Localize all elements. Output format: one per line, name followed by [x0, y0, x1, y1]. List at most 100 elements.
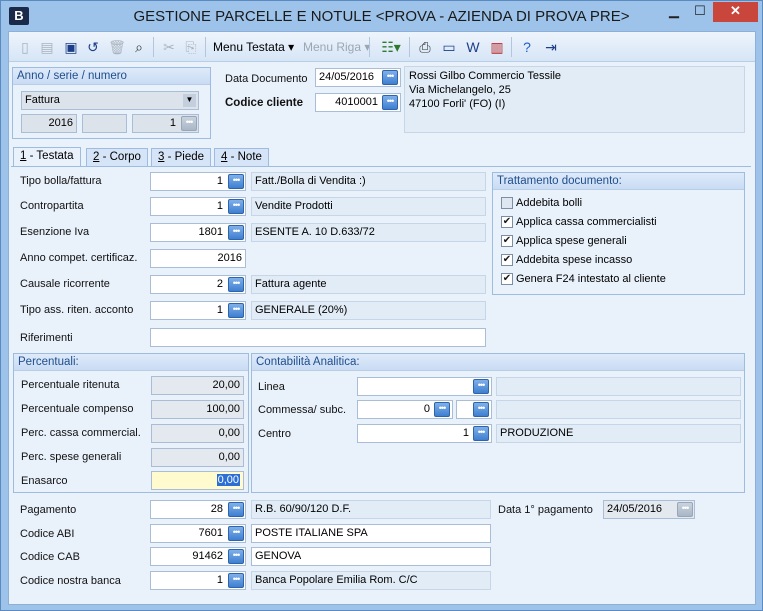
codice-cab-label: Codice CAB: [20, 551, 80, 563]
commessa-label: Commessa/ subc.: [258, 404, 347, 416]
toolbar-separator: [369, 37, 370, 57]
linea-label: Linea: [258, 381, 285, 393]
esenzione-iva-lookup-button[interactable]: •••: [228, 225, 244, 240]
linea-field[interactable]: [357, 377, 492, 396]
addebita-bolli-label: Addebita bolli: [516, 197, 583, 209]
banca-lookup-button[interactable]: •••: [228, 573, 244, 588]
contropartita-lookup-button[interactable]: •••: [228, 199, 244, 214]
close-button[interactable]: ✕: [713, 2, 758, 22]
help-icon[interactable]: ?: [517, 37, 537, 57]
address-line-2: Via Michelangelo, 25: [409, 84, 511, 96]
cliente-lookup-button[interactable]: •••: [382, 95, 398, 110]
compenso-field[interactable]: 100,00: [151, 400, 244, 419]
address-line-1: Rossi Gilbo Commercio Tessile: [409, 70, 562, 82]
new-document-icon[interactable]: ▯: [15, 37, 35, 57]
tipo-ass-lookup-button[interactable]: •••: [228, 303, 244, 318]
riferimenti-field[interactable]: [150, 328, 486, 347]
pdf-export-icon[interactable]: ▥: [487, 37, 507, 57]
spese-generali-checkbox[interactable]: ✔: [501, 235, 513, 247]
numero-lookup-button[interactable]: •••: [181, 116, 197, 131]
print-icon[interactable]: ⎙: [415, 37, 435, 57]
anno-compet-field[interactable]: 2016: [150, 249, 246, 268]
compenso-label: Percentuale compenso: [21, 403, 134, 415]
centro-field[interactable]: 1: [357, 424, 492, 443]
commessa-lookup-button[interactable]: •••: [434, 402, 450, 417]
ritenuta-field[interactable]: 20,00: [151, 376, 244, 395]
form-area: ▯ ▤ ▣ ↺ 🗑 ⌕ ✂ ⎘ Menu Testata ▾ Menu Riga…: [8, 31, 756, 605]
save-icon[interactable]: ▣: [61, 37, 81, 57]
genera-f24-label: Genera F24 intestato al cliente: [516, 273, 666, 285]
exit-icon[interactable]: ⇥: [541, 37, 561, 57]
anno-serie-numero-group: Anno / serie / numero Fattura ▼ 2016 1 •…: [12, 67, 211, 139]
contropartita-desc: Vendite Prodotti: [251, 197, 486, 216]
contabilita-analitica-group: Contabilità Analitica: Linea ••• Commess…: [251, 353, 745, 493]
data-pagamento-calendar-button[interactable]: •••: [677, 502, 693, 517]
trattamento-header: Trattamento documento:: [493, 173, 744, 190]
centro-label: Centro: [258, 428, 292, 440]
window-title: GESTIONE PARCELLE E NOTULE <PROVA - AZIE…: [133, 8, 630, 25]
word-export-icon[interactable]: W: [463, 37, 483, 57]
cliente-address-box: Rossi Gilbo Commercio Tessile Via Michel…: [404, 66, 745, 133]
causale-label: Causale ricorrente: [20, 278, 110, 290]
toolbar: ▯ ▤ ▣ ↺ 🗑 ⌕ ✂ ⎘ Menu Testata ▾ Menu Riga…: [9, 32, 755, 62]
cassa-commercialisti-checkbox[interactable]: ✔: [501, 216, 513, 228]
list-view-icon[interactable]: ☷▾: [377, 37, 405, 57]
document-type-select[interactable]: Fattura ▼: [21, 91, 199, 110]
commessa-desc: [496, 400, 741, 419]
title-bar: B GESTIONE PARCELLE E NOTULE <PROVA - AZ…: [1, 1, 762, 31]
menu-riga[interactable]: Menu Riga ▾: [303, 40, 370, 54]
open-icon[interactable]: ▤: [37, 37, 57, 57]
cassa-field[interactable]: 0,00: [151, 424, 244, 443]
riferimenti-label: Riferimenti: [20, 332, 73, 344]
trattamento-group: Trattamento documento: Addebita bolli ✔ …: [492, 172, 745, 295]
pagamento-desc: R.B. 60/90/120 D.F.: [251, 500, 491, 519]
codice-banca-desc: Banca Popolare Emilia Rom. C/C: [251, 571, 491, 590]
tab-piede[interactable]: 3 - Piede: [151, 148, 212, 166]
subc-lookup-button[interactable]: •••: [473, 402, 489, 417]
esenzione-iva-label: Esenzione Iva: [20, 226, 90, 238]
cut-icon[interactable]: ✂: [159, 37, 179, 57]
tab-label: - Testata: [26, 150, 74, 162]
minimize-button[interactable]: ▁: [661, 2, 687, 22]
address-line-3: 47100 Forli' (FO) (I): [409, 98, 506, 110]
preview-screen-icon[interactable]: ▭: [439, 37, 459, 57]
spese-field[interactable]: 0,00: [151, 448, 244, 467]
delete-icon[interactable]: 🗑: [107, 37, 127, 57]
linea-desc: [496, 377, 741, 396]
copy-icon[interactable]: ⎘: [181, 37, 201, 57]
maximize-button[interactable]: ☐: [687, 2, 713, 22]
data-primo-pagamento-label: Data 1° pagamento: [498, 504, 593, 516]
serie-field[interactable]: [82, 114, 127, 133]
centro-lookup-button[interactable]: •••: [473, 426, 489, 441]
menu-testata[interactable]: Menu Testata ▾: [213, 40, 294, 54]
search-binoculars-icon[interactable]: ⌕: [129, 37, 149, 57]
tipo-bolla-lookup-button[interactable]: •••: [228, 174, 244, 189]
pagamento-lookup-button[interactable]: •••: [228, 502, 244, 517]
anno-group-header: Anno / serie / numero: [13, 68, 210, 85]
enasarco-field[interactable]: 0,00: [151, 471, 244, 490]
genera-f24-checkbox[interactable]: ✔: [501, 273, 513, 285]
ritenuta-label: Percentuale ritenuta: [21, 379, 120, 391]
anno-field[interactable]: 2016: [21, 114, 77, 133]
linea-lookup-button[interactable]: •••: [473, 379, 489, 394]
spese-incasso-checkbox[interactable]: ✔: [501, 254, 513, 266]
anno-compet-label: Anno compet. certificaz.: [20, 252, 138, 264]
abi-lookup-button[interactable]: •••: [228, 526, 244, 541]
enasarco-value: 0,00: [216, 474, 240, 486]
toolbar-separator: [205, 37, 206, 57]
chevron-down-icon[interactable]: ▼: [183, 94, 196, 107]
cassa-label: Perc. cassa commercial.: [21, 427, 141, 439]
cab-lookup-button[interactable]: •••: [228, 549, 244, 564]
causale-lookup-button[interactable]: •••: [228, 277, 244, 292]
addebita-bolli-checkbox[interactable]: [501, 197, 513, 209]
undo-icon[interactable]: ↺: [83, 37, 103, 57]
codice-abi-desc[interactable]: POSTE ITALIANE SPA: [251, 524, 491, 543]
percentuali-header: Percentuali:: [14, 354, 248, 371]
tab-testata[interactable]: 1 - Testata: [13, 147, 81, 166]
tab-label: - Corpo: [99, 151, 141, 163]
codice-cab-desc[interactable]: GENOVA: [251, 547, 491, 566]
toolbar-separator: [511, 37, 512, 57]
tab-note[interactable]: 4 - Note: [214, 148, 269, 166]
tab-corpo[interactable]: 2 - Corpo: [86, 148, 148, 166]
calendar-button[interactable]: •••: [382, 70, 398, 85]
